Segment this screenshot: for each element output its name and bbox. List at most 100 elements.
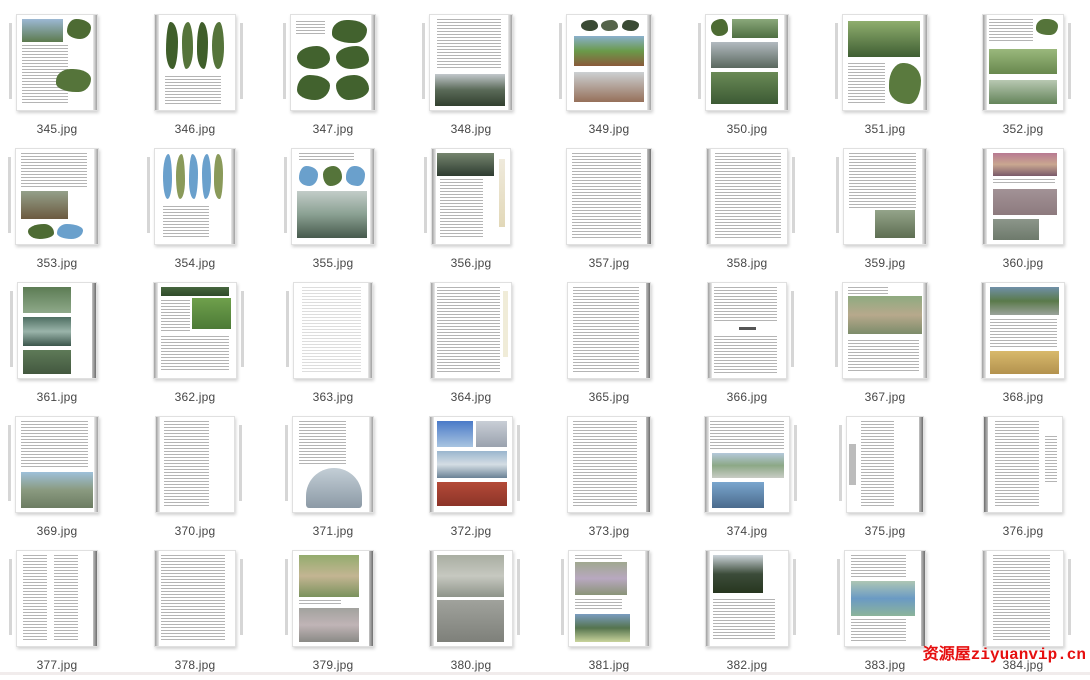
file-thumbnail[interactable]: [954, 416, 1090, 513]
book-spine-strip: [983, 551, 987, 646]
file-thumbnail[interactable]: [816, 282, 954, 379]
file-item[interactable]: 362.jpg: [126, 278, 264, 412]
page-photo: [739, 327, 756, 331]
file-thumbnail[interactable]: [816, 148, 954, 245]
file-item[interactable]: 355.jpg: [264, 144, 402, 278]
file-thumbnail[interactable]: [678, 282, 816, 379]
file-item[interactable]: 366.jpg: [678, 278, 816, 412]
page-edge-strip: [8, 157, 11, 233]
book-spine-strip: [984, 417, 988, 512]
file-thumbnail[interactable]: [540, 550, 678, 647]
file-thumbnail[interactable]: [126, 148, 264, 245]
file-item[interactable]: 379.jpg: [264, 546, 402, 680]
page-text-lines: [299, 153, 355, 163]
file-thumbnail[interactable]: [0, 14, 126, 111]
page-scan-preview: [982, 550, 1064, 647]
file-item[interactable]: 377.jpg: [0, 546, 126, 680]
file-thumbnail[interactable]: [0, 416, 126, 513]
file-item[interactable]: 381.jpg: [540, 546, 678, 680]
file-item[interactable]: 352.jpg: [954, 10, 1090, 144]
file-label: 370.jpg: [126, 524, 264, 538]
file-thumbnail[interactable]: [678, 416, 816, 513]
file-item[interactable]: 347.jpg: [264, 10, 402, 144]
file-thumbnail[interactable]: [264, 550, 402, 647]
file-thumbnail[interactable]: [0, 282, 126, 379]
file-item[interactable]: 349.jpg: [540, 10, 678, 144]
file-item[interactable]: 370.jpg: [126, 412, 264, 546]
book-spine-strip: [430, 551, 434, 646]
file-thumbnail[interactable]: [402, 14, 540, 111]
file-item[interactable]: 354.jpg: [126, 144, 264, 278]
file-thumbnail[interactable]: [126, 416, 264, 513]
file-item[interactable]: 374.jpg: [678, 412, 816, 546]
file-item[interactable]: 361.jpg: [0, 278, 126, 412]
file-thumbnail[interactable]: [678, 148, 816, 245]
file-item[interactable]: 346.jpg: [126, 10, 264, 144]
page-photo: [993, 189, 1057, 216]
page-sketch: [1036, 19, 1058, 36]
file-item[interactable]: 369.jpg: [0, 412, 126, 546]
file-thumbnail[interactable]: [816, 416, 954, 513]
file-thumbnail[interactable]: [264, 14, 402, 111]
file-thumbnail[interactable]: [540, 148, 678, 245]
file-thumbnail[interactable]: [402, 282, 540, 379]
file-thumbnail[interactable]: [402, 416, 540, 513]
sketch-blob: [581, 20, 598, 31]
file-item[interactable]: 380.jpg: [402, 546, 540, 680]
file-item[interactable]: 378.jpg: [126, 546, 264, 680]
file-item[interactable]: 368.jpg: [954, 278, 1090, 412]
file-thumbnail[interactable]: [816, 550, 954, 647]
file-thumbnail[interactable]: [264, 148, 402, 245]
file-item[interactable]: 350.jpg: [678, 10, 816, 144]
file-thumbnail[interactable]: [0, 148, 126, 245]
file-item[interactable]: 375.jpg: [816, 412, 954, 546]
file-thumbnail[interactable]: [126, 282, 264, 379]
file-item[interactable]: 363.jpg: [264, 278, 402, 412]
file-thumbnail[interactable]: [540, 416, 678, 513]
file-thumbnail[interactable]: [264, 416, 402, 513]
file-item[interactable]: 357.jpg: [540, 144, 678, 278]
book-spine-strip: [784, 15, 788, 110]
file-item[interactable]: 345.jpg: [0, 10, 126, 144]
file-item[interactable]: 351.jpg: [816, 10, 954, 144]
file-item[interactable]: 372.jpg: [402, 412, 540, 546]
page-scan-preview: [292, 550, 374, 647]
file-item[interactable]: 359.jpg: [816, 144, 954, 278]
page-edge-strip: [794, 425, 797, 501]
file-item[interactable]: 364.jpg: [402, 278, 540, 412]
file-thumbnail[interactable]: [678, 14, 816, 111]
file-thumbnail[interactable]: [126, 550, 264, 647]
file-item[interactable]: 367.jpg: [816, 278, 954, 412]
file-item[interactable]: 358.jpg: [678, 144, 816, 278]
book-spine-strip: [707, 149, 711, 244]
file-item[interactable]: 382.jpg: [678, 546, 816, 680]
file-thumbnail[interactable]: [540, 14, 678, 111]
file-thumbnail[interactable]: [540, 282, 678, 379]
file-thumbnail[interactable]: [264, 282, 402, 379]
file-thumbnail[interactable]: [678, 550, 816, 647]
file-thumbnail[interactable]: [402, 148, 540, 245]
file-thumbnail[interactable]: [954, 148, 1090, 245]
page-scan-preview: [846, 416, 924, 513]
file-thumbnail[interactable]: [954, 14, 1090, 111]
page-scan-preview: [566, 148, 652, 245]
page-sketch: [296, 45, 331, 70]
file-thumbnail[interactable]: [402, 550, 540, 647]
file-item[interactable]: 356.jpg: [402, 144, 540, 278]
file-item[interactable]: 365.jpg: [540, 278, 678, 412]
book-spine-strip: [430, 417, 434, 512]
file-item[interactable]: 376.jpg: [954, 412, 1090, 546]
file-thumbnail[interactable]: [816, 14, 954, 111]
file-item[interactable]: 371.jpg: [264, 412, 402, 546]
page-scan-preview: [291, 148, 375, 245]
file-thumbnail[interactable]: [954, 550, 1090, 647]
file-item[interactable]: 353.jpg: [0, 144, 126, 278]
file-thumbnail[interactable]: [954, 282, 1090, 379]
book-spine-strip: [92, 283, 96, 378]
file-item[interactable]: 348.jpg: [402, 10, 540, 144]
file-label: 378.jpg: [126, 658, 264, 672]
file-thumbnail[interactable]: [126, 14, 264, 111]
file-item[interactable]: 373.jpg: [540, 412, 678, 546]
file-thumbnail[interactable]: [0, 550, 126, 647]
file-item[interactable]: 360.jpg: [954, 144, 1090, 278]
